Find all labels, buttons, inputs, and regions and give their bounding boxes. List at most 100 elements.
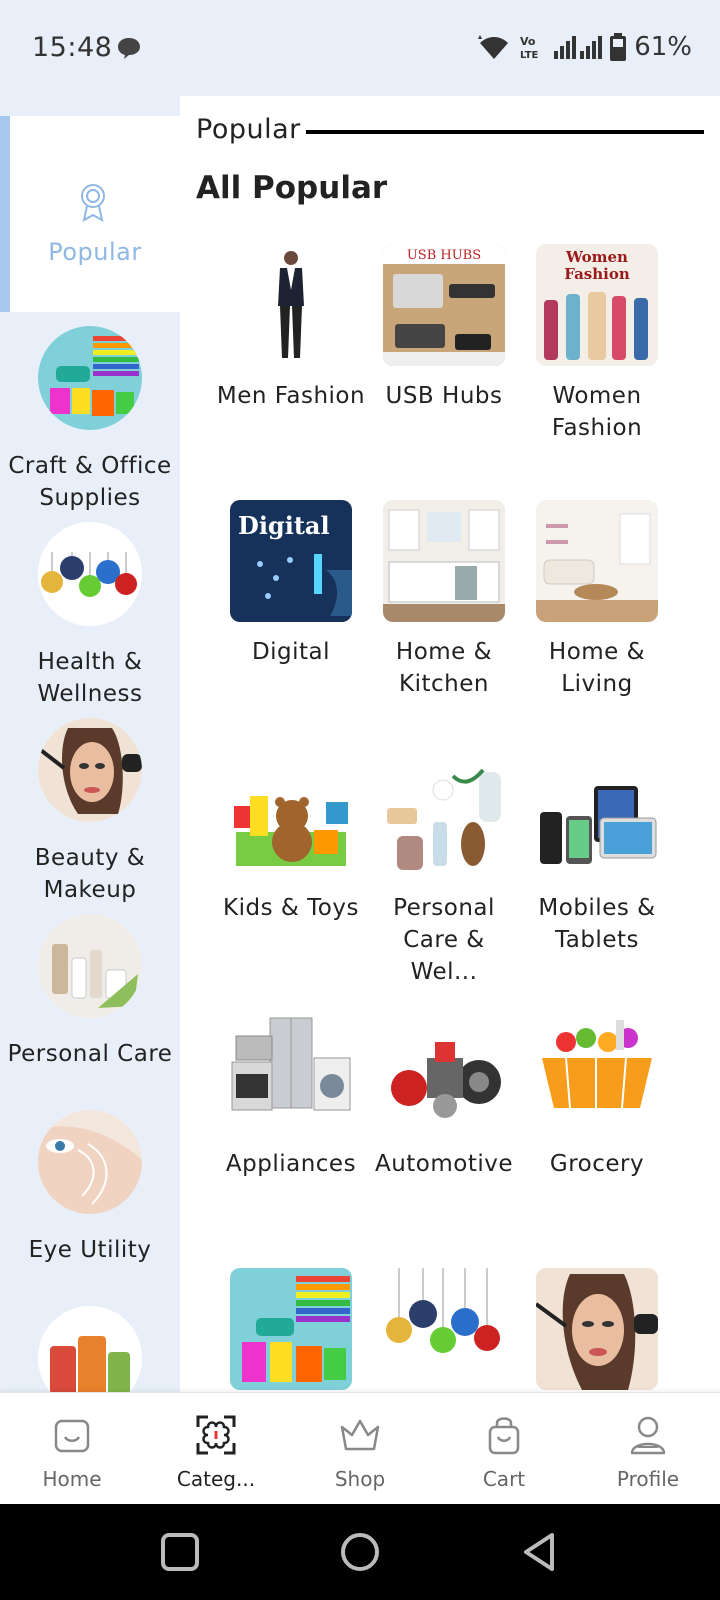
women-fashion-image: Women Fashion xyxy=(536,244,658,366)
mobiles-tablets-image xyxy=(536,756,658,878)
nav-label: Categ... xyxy=(176,1467,256,1491)
tile-label: Digital xyxy=(251,639,331,665)
nav-label: Shop xyxy=(334,1467,386,1491)
page-title: All Popular xyxy=(196,170,388,206)
nav-home[interactable]: Home xyxy=(0,1393,144,1505)
categories-icon xyxy=(196,1415,236,1455)
crown-icon xyxy=(340,1419,380,1451)
appliances-image xyxy=(230,1012,352,1134)
nav-label: Profile xyxy=(616,1467,680,1491)
svg-text:Fashion: Fashion xyxy=(564,265,630,283)
luggage-thumbnail xyxy=(38,1306,142,1392)
back-triangle-icon[interactable] xyxy=(518,1530,562,1574)
tile-digital[interactable]: Digital Digital xyxy=(214,500,368,668)
system-navigation-bar xyxy=(0,1504,720,1600)
sidebar-item-label: Eye Utility xyxy=(28,1237,152,1263)
sidebar-item-popular[interactable]: Popular xyxy=(0,116,180,312)
usb-hubs-image-text: USB HUBS xyxy=(407,248,481,263)
sidebar-item-beauty-makeup[interactable]: Beauty & Makeup xyxy=(0,718,180,906)
tile-mobiles-tablets[interactable]: Mobiles & Tablets xyxy=(520,756,674,956)
sidebar-item-eye-utility[interactable]: Eye Utility xyxy=(0,1110,180,1266)
sidebar-item-label: Health & Wellness xyxy=(37,649,143,707)
tile-label: Personal Care & Wel... xyxy=(393,895,495,985)
tile-appliances[interactable]: Appliances xyxy=(214,1012,368,1180)
nav-profile[interactable]: Profile xyxy=(576,1393,720,1505)
eye-utility-thumbnail xyxy=(38,1110,142,1214)
status-bar: 15:48 Vo LTE 61% xyxy=(0,0,720,96)
battery-icon xyxy=(610,33,627,61)
beauty-makeup-thumbnail xyxy=(38,718,142,822)
women-fashion-image-text: Women xyxy=(565,248,628,266)
tile-label: Kids & Toys xyxy=(223,895,359,921)
tile-label: Women Fashion xyxy=(551,383,643,441)
tile-label: Mobiles & Tablets xyxy=(538,895,656,953)
craft-office-image xyxy=(230,1268,352,1390)
nav-categories[interactable]: Categ... xyxy=(144,1393,288,1505)
tile-craft-office[interactable] xyxy=(214,1268,368,1390)
tile-grocery[interactable]: Grocery xyxy=(520,1012,674,1180)
svg-text:LTE: LTE xyxy=(520,50,539,61)
shopping-bag-icon xyxy=(488,1417,520,1455)
tile-label: Home & Kitchen xyxy=(395,639,493,697)
category-sidebar[interactable]: Popular Craft & Office Supplies Health &… xyxy=(0,96,180,1392)
tile-home-living[interactable]: Home & Living xyxy=(520,500,674,700)
tile-women-fashion[interactable]: Women Fashion Women Fashion xyxy=(520,244,674,444)
men-fashion-image xyxy=(230,244,352,366)
tile-label: Grocery xyxy=(549,1151,645,1177)
sidebar-item-craft-office[interactable]: Craft & Office Supplies xyxy=(0,326,180,514)
user-icon xyxy=(630,1416,666,1455)
tile-beauty-makeup[interactable] xyxy=(520,1268,674,1390)
section-divider xyxy=(306,130,704,134)
volte-icon: Vo LTE xyxy=(520,35,539,61)
svg-text:Vo: Vo xyxy=(520,35,536,48)
home-bag-icon xyxy=(54,1419,90,1453)
sidebar-item-luggage[interactable] xyxy=(0,1306,180,1392)
usb-hubs-image: USB HUBS xyxy=(383,244,505,366)
health-wellness-thumbnail xyxy=(38,522,142,626)
wifi-icon xyxy=(478,35,509,59)
nav-label: Home xyxy=(42,1467,102,1491)
category-content[interactable]: Popular All Popular Men Fashion USB HUBS xyxy=(180,96,720,1392)
nav-shop[interactable]: Shop xyxy=(288,1393,432,1505)
tile-label: Automotive xyxy=(374,1151,514,1177)
sidebar-item-label: Popular xyxy=(48,238,142,266)
tile-home-kitchen[interactable]: Home & Kitchen xyxy=(367,500,521,700)
sidebar-item-health-wellness[interactable]: Health & Wellness xyxy=(0,522,180,710)
badge-icon xyxy=(81,184,105,222)
tile-usb-hubs[interactable]: USB HUBS USB Hubs xyxy=(367,244,521,412)
chat-bubble-icon xyxy=(118,38,140,59)
recents-icon[interactable] xyxy=(158,1530,202,1574)
craft-office-thumbnail xyxy=(38,326,142,430)
kids-toys-image xyxy=(230,756,352,878)
nav-label: Cart xyxy=(482,1467,526,1491)
nav-cart[interactable]: Cart xyxy=(432,1393,576,1505)
home-circle-icon[interactable] xyxy=(338,1530,382,1574)
home-kitchen-image xyxy=(383,500,505,622)
status-time: 15:48 xyxy=(32,32,113,63)
status-icons: Vo LTE 61% xyxy=(476,32,692,62)
signal-icon xyxy=(554,36,603,59)
active-indicator xyxy=(0,116,10,312)
tile-label: USB Hubs xyxy=(385,383,503,409)
tile-automotive[interactable]: Automotive xyxy=(367,1012,521,1180)
health-wellness-image xyxy=(383,1268,505,1390)
sidebar-item-label: Craft & Office Supplies xyxy=(8,453,172,511)
section-label: Popular xyxy=(196,114,301,145)
tile-men-fashion[interactable]: Men Fashion xyxy=(214,244,368,412)
tile-label: Men Fashion xyxy=(216,383,366,409)
tile-label: Home & Living xyxy=(548,639,646,697)
grocery-image xyxy=(536,1012,658,1134)
tile-personal-care-wellness[interactable]: Personal Care & Wel... xyxy=(367,756,521,988)
personal-care-wellness-image xyxy=(383,756,505,878)
tile-health-wellness[interactable] xyxy=(367,1268,521,1390)
digital-image: Digital xyxy=(230,500,352,622)
sidebar-item-label: Beauty & Makeup xyxy=(34,845,146,903)
beauty-makeup-image xyxy=(536,1268,658,1390)
battery-percent: 61% xyxy=(634,32,692,62)
sidebar-item-label: Personal Care xyxy=(7,1041,173,1067)
bottom-navigation: Home Categ... Shop Cart Profile xyxy=(0,1392,720,1504)
personal-care-thumbnail xyxy=(38,914,142,1018)
home-living-image xyxy=(536,500,658,622)
tile-kids-toys[interactable]: Kids & Toys xyxy=(214,756,368,924)
sidebar-item-personal-care[interactable]: Personal Care xyxy=(0,914,180,1070)
